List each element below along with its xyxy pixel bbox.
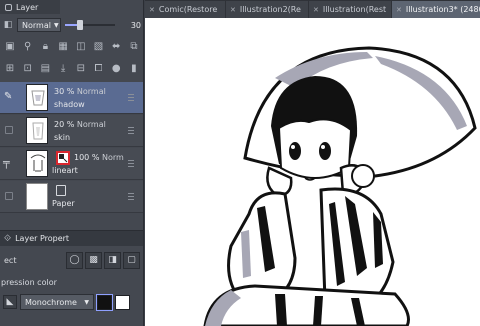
visibility-toggle[interactable] xyxy=(5,192,13,200)
layer-opacity: 20 % xyxy=(54,120,75,129)
expression-color-select[interactable]: Monochrome ▼ xyxy=(20,294,94,310)
tab-label: Illustration3* (2480 x xyxy=(405,5,480,14)
layer-row-paper[interactable]: Paper xyxy=(0,181,143,213)
layer-mask-thumbnail[interactable] xyxy=(56,151,70,165)
visibility-toggle[interactable] xyxy=(5,126,13,134)
tab-illustration3[interactable]: ✕Illustration3* (2480 x xyxy=(392,1,480,18)
layer-color-effect-icon[interactable]: ◨ xyxy=(104,251,121,269)
merge-icon[interactable]: ⊟ xyxy=(73,60,89,76)
layer-panel-tab[interactable]: Layer xyxy=(0,0,60,14)
drag-handle-icon[interactable] xyxy=(128,127,134,134)
lock-layer-icon[interactable]: 🔒︎ xyxy=(37,38,53,54)
layer-opacity: 30 % xyxy=(54,87,75,96)
expression-icon: ◣ xyxy=(3,295,17,309)
border-effect-icon[interactable]: ◯ xyxy=(66,251,83,269)
layer-blend-mode: Normal xyxy=(76,120,106,129)
opacity-slider-thumb[interactable] xyxy=(77,20,83,30)
tab-label: Comic(Restore xyxy=(158,5,218,14)
expression-color-label: pression color xyxy=(1,278,57,287)
document-tab-bar: ✕ Comic(Restore ✕ Illustration2(Re ✕ Illust… xyxy=(145,0,480,18)
layer-blend-mode: Norm xyxy=(101,153,124,162)
layer-row-skin[interactable]: 20 % Normal skin xyxy=(0,115,143,147)
link-icon[interactable]: ⬌ xyxy=(108,38,124,54)
drag-handle-icon[interactable] xyxy=(128,193,134,200)
layer-thumbnail xyxy=(26,84,48,111)
tab-illustration[interactable]: ✕ Illustration(Rest xyxy=(309,1,391,18)
expression-color-row: ◣ Monochrome ▼ xyxy=(0,291,143,313)
layer-thumbnail xyxy=(26,150,48,177)
new-vector-layer-icon[interactable]: ⊡ xyxy=(20,60,36,76)
close-icon[interactable]: ✕ xyxy=(396,6,402,14)
layer-panel: Layer ◧ Normal ▼ 30 ▣ ⚲ 🔒︎ ▦ ◫ ▧ ⬌ ⧉ ⊞ ⊡… xyxy=(0,0,144,326)
effect-row: ect ◯ ▩ ◨ ▢ xyxy=(0,246,143,274)
close-icon[interactable]: ✕ xyxy=(230,6,236,14)
lock-transparent-icon[interactable]: ▦ xyxy=(55,38,71,54)
tab-label: Illustration(Rest xyxy=(322,5,387,14)
tab-label: Illustration2(Re xyxy=(239,5,301,14)
tab-comic[interactable]: ✕ Comic(Restore xyxy=(145,1,225,18)
layer-property-tab-label: Layer Propert xyxy=(15,234,70,243)
layer-row-lineart[interactable]: ╤ 100 % Norm lineart xyxy=(0,148,143,180)
new-raster-layer-icon[interactable]: ⊞ xyxy=(2,60,18,76)
chevron-down-icon: ▼ xyxy=(53,21,59,29)
layer-name: skin xyxy=(54,133,71,142)
opacity-slider[interactable] xyxy=(65,20,115,30)
layer-name: lineart xyxy=(52,166,78,175)
layer-color-icon[interactable]: ▧ xyxy=(91,38,107,54)
effect-label: ect xyxy=(4,255,17,265)
layer-thumbnail xyxy=(26,183,48,210)
layer-tab-label: Layer xyxy=(16,2,39,12)
tone-effect-icon[interactable]: ▩ xyxy=(85,251,102,269)
blend-mode-value: Normal xyxy=(22,20,51,30)
clip-layer-icon[interactable]: ▣ xyxy=(2,38,18,54)
drag-handle-icon[interactable] xyxy=(128,160,134,167)
layer-opacity: 100 % xyxy=(74,153,100,162)
pen-icon: ✎ xyxy=(4,91,13,102)
illustration-artwork xyxy=(203,46,477,326)
paper-layer-icon xyxy=(56,185,66,196)
layer-property-tab[interactable]: ⟐ Layer Propert xyxy=(0,230,143,246)
layer-list: ✎ 30 % Normal shadow 20 % Normal skin ╤ … xyxy=(0,82,143,213)
expression-color-value: Monochrome xyxy=(25,297,77,307)
palette-icon[interactable]: ◧ xyxy=(3,17,13,33)
layer-name: shadow xyxy=(54,100,85,109)
drawing-canvas[interactable] xyxy=(145,18,480,326)
layer-row-shadow[interactable]: ✎ 30 % Normal shadow xyxy=(0,82,143,114)
extract-line-icon[interactable]: ▢ xyxy=(123,251,140,269)
drag-handle-icon[interactable] xyxy=(128,94,134,101)
layer-mask-icon[interactable]: ● xyxy=(108,60,124,76)
close-icon[interactable]: ✕ xyxy=(313,6,319,14)
layer-toolbar-top: ▣ ⚲ 🔒︎ ▦ ◫ ▧ ⬌ ⧉ xyxy=(0,36,143,56)
ruler-icon: ╤ xyxy=(3,156,10,169)
chevron-down-icon: ▼ xyxy=(84,298,89,306)
blend-row: ◧ Normal ▼ 30 xyxy=(0,14,143,36)
tab-illustration2[interactable]: ✕ Illustration2(Re xyxy=(226,1,308,18)
white-swatch[interactable] xyxy=(115,294,130,310)
black-swatch[interactable] xyxy=(96,293,113,311)
layer-toolbar-bottom: ⊞ ⊡ ▤ ⤓ ⊟ ⧠ ● ▮ xyxy=(0,58,143,78)
delete-layer-icon[interactable]: ▮ xyxy=(126,60,142,76)
opacity-value: 30 xyxy=(130,20,141,30)
layer-property-icon: ⟐ xyxy=(4,233,12,244)
duplicate-icon[interactable]: ⧠ xyxy=(91,60,107,76)
reference-layer-icon[interactable]: ⚲ xyxy=(20,38,36,54)
blend-mode-select[interactable]: Normal ▼ xyxy=(17,18,61,32)
transfer-down-icon[interactable]: ⤓ xyxy=(55,60,71,76)
close-icon[interactable]: ✕ xyxy=(149,6,155,14)
layer-name: Paper xyxy=(52,199,75,208)
layer-blend-mode: Normal xyxy=(76,87,106,96)
fold-icon[interactable]: ⧉ xyxy=(126,38,142,54)
mask-icon[interactable]: ◫ xyxy=(73,38,89,54)
layer-thumbnail xyxy=(26,117,48,144)
panel-menu-icon xyxy=(5,3,12,11)
new-folder-icon[interactable]: ▤ xyxy=(37,60,53,76)
